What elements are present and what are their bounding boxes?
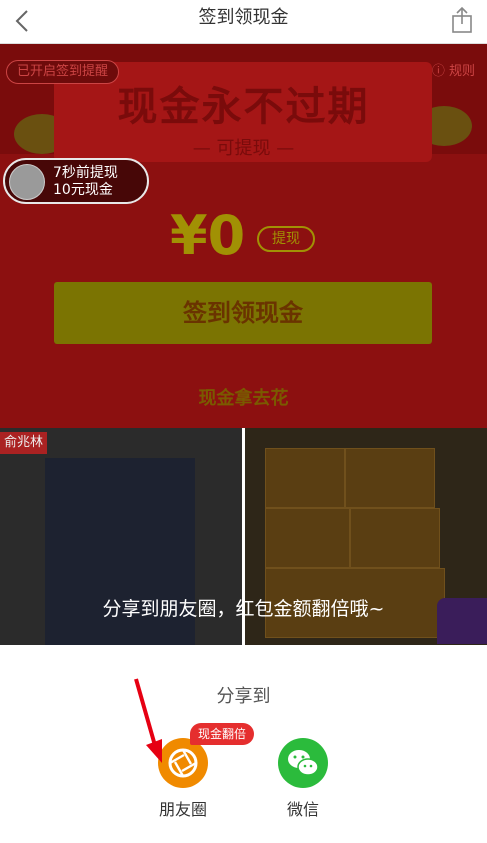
info-icon: ⓘ [431, 64, 445, 79]
avatar [9, 164, 45, 200]
rules-label: 规则 [448, 64, 475, 79]
cash-spend-link[interactable]: 现金拿去花 [0, 384, 487, 410]
checkin-button[interactable]: 签到领现金 [54, 282, 432, 344]
toast-text: 7秒前提现 10元现金 [53, 165, 118, 199]
signin-hero: 现金永不过期 — 可提现 — 已开启签到提醒 ⓘ 规则 7秒前提现 10元现金 … [0, 44, 487, 428]
share-button[interactable] [447, 5, 477, 35]
cash-amount: ¥0 [170, 204, 246, 267]
arrow-pointer-icon [134, 678, 162, 763]
product-image [265, 508, 350, 568]
toast-line-2: 10元现金 [53, 182, 113, 198]
share-wechat-button[interactable]: 微信 [270, 738, 336, 822]
share-hint-text: 分享到朋友圈，红包金额翻倍哦~ [102, 598, 385, 620]
withdraw-notification: 7秒前提现 10元现金 [3, 158, 149, 204]
top-nav-bar: 签到领现金 [0, 0, 487, 44]
product-image [345, 448, 435, 508]
wechat-icon [278, 738, 328, 788]
cash-double-badge: 现金翻倍 [190, 723, 255, 745]
page-content: 现金永不过期 — 可提现 — 已开启签到提醒 ⓘ 规则 7秒前提现 10元现金 … [0, 44, 487, 645]
rules-link[interactable]: ⓘ 规则 [426, 60, 481, 84]
withdraw-button[interactable]: 提现 [257, 226, 315, 252]
product-image [265, 448, 345, 508]
share-export-icon [452, 6, 472, 33]
page-title: 签到领现金 [198, 7, 289, 28]
share-option-label: 朋友圈 [158, 800, 207, 819]
brand-tag: 俞兆林 [0, 432, 48, 454]
share-option-label: 微信 [286, 800, 319, 819]
share-sheet: 分享到 朋友圈 微信 现金翻倍 [0, 645, 487, 843]
toast-line-1: 7秒前提现 [53, 165, 118, 181]
share-sheet-title: 分享到 [216, 686, 271, 707]
sub-slogan-text: — 可提现 — [192, 138, 295, 159]
reminder-toggle[interactable]: 已开启签到提醒 [6, 60, 120, 84]
product-image [350, 508, 440, 568]
